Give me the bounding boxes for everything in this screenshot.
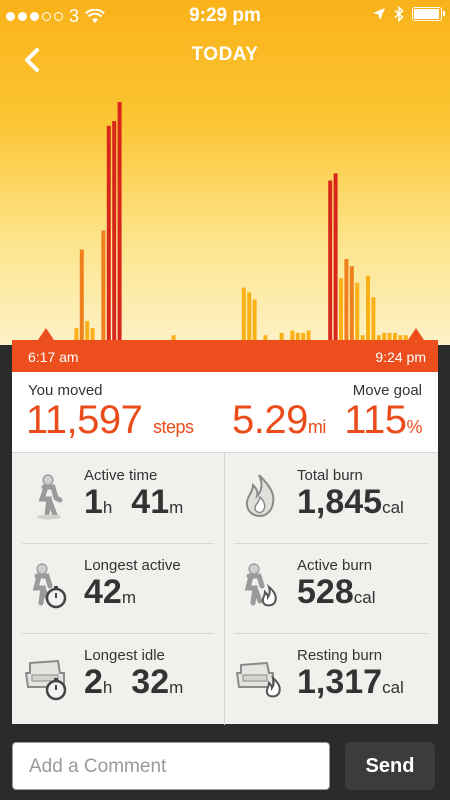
activity-bar (79, 249, 84, 340)
stat-active-time[interactable]: Active time 1h 41m (12, 453, 224, 543)
distance-total: 5.29mi (232, 398, 326, 443)
stat-label: Resting burn (297, 647, 383, 664)
stat-value: 2h 32m (84, 663, 183, 702)
stat-value: 1h 41m (84, 483, 183, 522)
stat-value-number: 1,317 (297, 663, 383, 701)
flame-icon (245, 474, 275, 518)
armchair-stopwatch-icon (25, 660, 67, 701)
stat-unit-hours: h (102, 498, 113, 517)
activity-bar (106, 125, 111, 340)
stat-value: 42m (84, 573, 136, 612)
timeline-end: 9:24 pm (375, 349, 426, 365)
comment-bar: Add a Comment Send (0, 732, 450, 800)
stat-total-burn[interactable]: Total burn 1,845cal (225, 453, 437, 543)
distance-unit: mi (307, 417, 327, 437)
comment-input[interactable]: Add a Comment (12, 742, 330, 790)
stat-label: Longest idle (84, 647, 165, 664)
stat-value-hours: 1 (84, 483, 103, 521)
stat-value-minutes: 32 (131, 663, 170, 701)
goal-percent: 115% (344, 398, 422, 443)
stat-unit: m (121, 588, 136, 607)
stat-unit-minutes: m (169, 498, 184, 517)
stat-label: Longest active (84, 557, 181, 574)
stat-value-number: 1,845 (297, 483, 383, 521)
stat-resting-burn[interactable]: Resting burn 1,317cal (225, 633, 437, 723)
activity-bar (90, 328, 95, 340)
activity-bar (252, 299, 257, 340)
stat-value-minutes: 41 (131, 483, 170, 521)
activity-bar-chart[interactable] (0, 90, 450, 342)
status-bar: 3 9:29 pm (0, 0, 450, 32)
person-stopwatch-icon (32, 563, 67, 609)
activity-bar (382, 332, 387, 340)
activity-bar (344, 259, 349, 340)
activity-bar (74, 328, 79, 340)
bluetooth-icon (394, 6, 404, 22)
stat-unit-hours: h (102, 678, 113, 697)
activity-bar (333, 173, 338, 340)
steps-value: 11,597 (26, 398, 143, 442)
goal-unit: % (406, 417, 422, 437)
stat-longest-active[interactable]: Longest active 42m (12, 543, 224, 633)
summary-row: You moved 11,597 steps 5.29mi Move goal … (12, 372, 438, 452)
activity-bar (85, 320, 90, 340)
stat-value-number: 42 (84, 573, 122, 611)
page-title: TODAY (191, 44, 259, 65)
stat-value-number: 528 (297, 573, 354, 611)
goal-label: Move goal (352, 382, 422, 399)
stat-unit: cal (382, 678, 404, 697)
steps-total: 11,597 steps (26, 398, 194, 443)
stat-unit: cal (353, 588, 376, 607)
activity-bar (366, 275, 370, 340)
activity-bar (349, 266, 354, 340)
activity-bar (306, 330, 311, 340)
activity-hero: 3 9:29 pm TODAY (0, 0, 450, 345)
location-arrow-icon (373, 8, 385, 20)
activity-bar (241, 287, 246, 340)
activity-bar (117, 102, 122, 340)
activity-bar (101, 230, 106, 340)
status-right (372, 6, 445, 22)
stats-grid: Active time 1h 41m Total burn 1,845cal L… (12, 452, 438, 725)
armchair-flame-icon (236, 662, 281, 698)
stats-card: You moved 11,597 steps 5.29mi Move goal … (12, 372, 438, 725)
send-button[interactable]: Send (345, 742, 435, 790)
stat-active-burn[interactable]: Active burn 528cal (225, 543, 437, 633)
activity-bar (290, 330, 295, 340)
timeline-notch-right (408, 328, 424, 340)
stat-unit-minutes: m (169, 678, 184, 697)
activity-bar (295, 332, 300, 340)
activity-bar (371, 297, 376, 340)
stat-value: 1,845cal (297, 483, 404, 522)
stat-label: Total burn (297, 467, 363, 484)
stat-value: 1,317cal (297, 663, 404, 702)
activity-bar (387, 332, 392, 340)
activity-bar (328, 180, 333, 340)
timeline-strip[interactable]: 6:17 am 9:24 pm (12, 340, 438, 372)
activity-bar (339, 278, 343, 340)
stat-value: 528cal (297, 573, 375, 612)
stat-label: Active burn (297, 557, 373, 574)
goal-value: 115 (344, 398, 407, 442)
distance-value: 5.29 (232, 398, 308, 442)
stat-value-hours: 2 (84, 663, 103, 701)
stat-longest-idle[interactable]: Longest idle 2h 32m (12, 633, 224, 723)
person-flame-icon (244, 563, 277, 607)
activity-bar (279, 332, 284, 340)
stat-label: Active time (84, 467, 158, 484)
activity-bar (112, 121, 117, 340)
timeline-start: 6:17 am (28, 349, 79, 365)
steps-unit: steps (153, 417, 194, 437)
walking-person-icon (37, 474, 63, 520)
battery-icon (412, 7, 445, 21)
activity-bar (301, 332, 306, 340)
activity-bar (247, 292, 252, 340)
timeline-notch-left (38, 328, 54, 340)
activity-bar (355, 282, 360, 340)
activity-bar (393, 332, 397, 340)
stat-unit: cal (382, 498, 404, 517)
moved-label: You moved (28, 382, 103, 399)
